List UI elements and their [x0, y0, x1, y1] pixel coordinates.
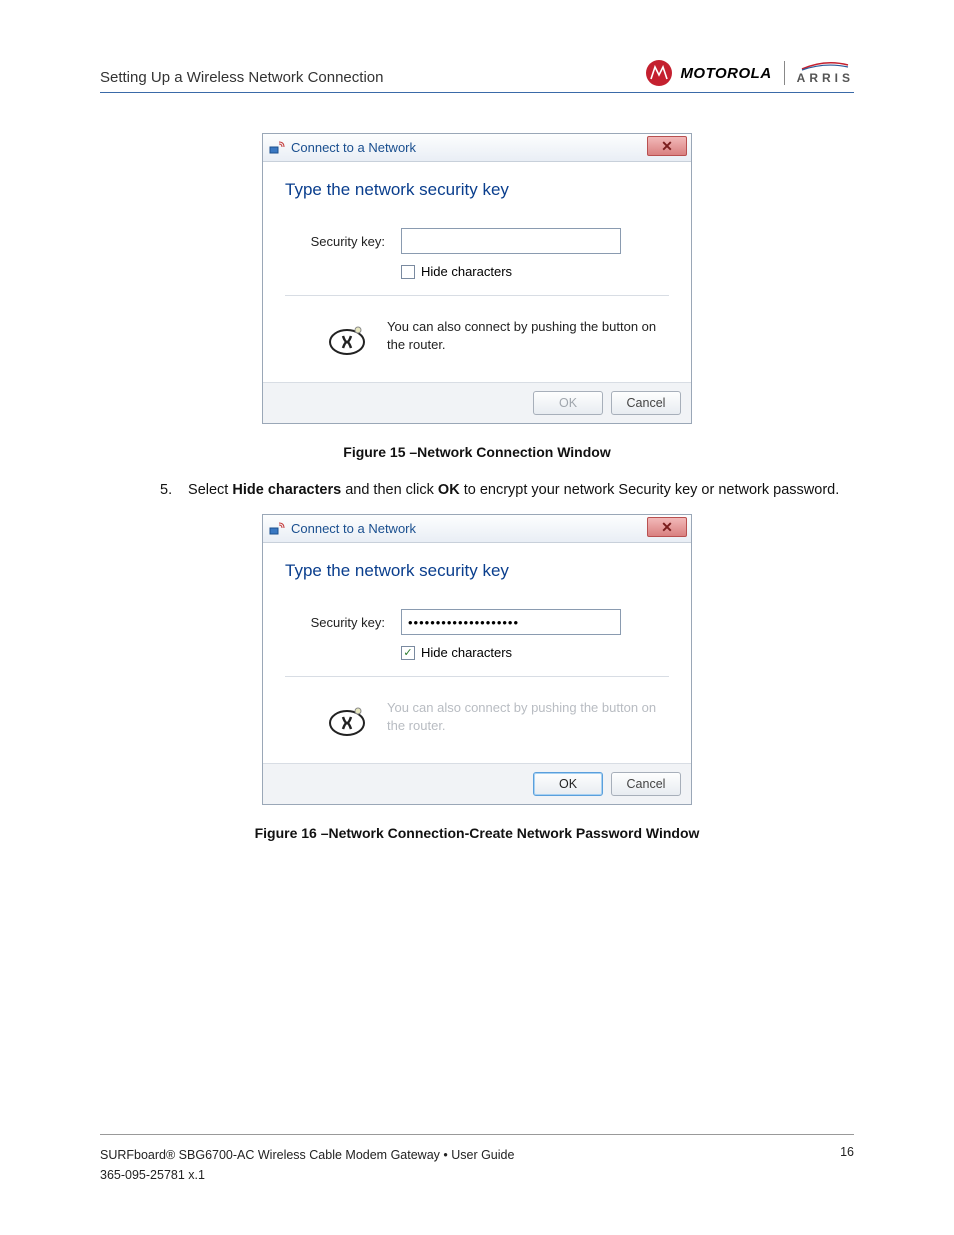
wps-hint-text: You can also connect by pushing the butt…	[387, 318, 669, 353]
ok-button[interactable]: OK	[533, 391, 603, 415]
security-key-label: Security key:	[285, 234, 385, 249]
dialog-heading: Type the network security key	[285, 561, 669, 581]
section-title: Setting Up a Wireless Network Connection	[100, 69, 383, 86]
dialog-title: Connect to a Network	[291, 521, 416, 536]
page-footer: SURFboard® SBG6700-AC Wireless Cable Mod…	[100, 1134, 854, 1185]
wps-router-icon	[325, 314, 369, 358]
divider	[285, 676, 669, 677]
footer-doc-id: 365-095-25781 x.1	[100, 1165, 514, 1185]
step-number: 5.	[160, 482, 184, 498]
security-key-label: Security key:	[285, 615, 385, 630]
security-key-input[interactable]	[401, 609, 621, 635]
brand-divider	[784, 61, 785, 85]
connect-network-dialog-1: Connect to a Network ✕ Type the network …	[262, 133, 692, 424]
step-text-1: Select	[188, 482, 232, 498]
wps-router-icon	[325, 695, 369, 739]
titlebar: Connect to a Network ✕	[263, 134, 691, 162]
connect-network-dialog-2: Connect to a Network ✕ Type the network …	[262, 514, 692, 805]
step-text-3: to encrypt your network Security key or …	[460, 482, 840, 498]
security-key-input[interactable]	[401, 228, 621, 254]
brand-logos: MOTOROLA ARRIS	[646, 60, 854, 86]
network-icon	[269, 140, 285, 156]
hide-characters-checkbox[interactable]	[401, 265, 415, 279]
figure-16-caption: Figure 16 –Network Connection-Create Net…	[100, 825, 854, 841]
network-icon	[269, 521, 285, 537]
arris-logo: ARRIS	[797, 61, 854, 85]
footer-product-line: SURFboard® SBG6700-AC Wireless Cable Mod…	[100, 1145, 514, 1165]
step-bold-ok: OK	[438, 482, 460, 498]
close-button[interactable]: ✕	[647, 136, 687, 156]
close-button[interactable]: ✕	[647, 517, 687, 537]
step-text-2: and then click	[341, 482, 438, 498]
page-number: 16	[840, 1145, 854, 1185]
page-header: Setting Up a Wireless Network Connection…	[100, 60, 854, 93]
hide-characters-label: Hide characters	[421, 264, 512, 279]
step-bold-hide: Hide characters	[232, 482, 341, 498]
ok-button[interactable]: OK	[533, 772, 603, 796]
motorola-logo-icon	[646, 60, 672, 86]
motorola-wordmark: MOTOROLA	[680, 65, 771, 82]
wps-hint-text: You can also connect by pushing the butt…	[387, 699, 669, 734]
arris-wordmark: ARRIS	[797, 71, 854, 85]
figure-15-caption: Figure 15 –Network Connection Window	[100, 444, 854, 460]
titlebar: Connect to a Network ✕	[263, 515, 691, 543]
cancel-button[interactable]: Cancel	[611, 772, 681, 796]
dialog-heading: Type the network security key	[285, 180, 669, 200]
divider	[285, 295, 669, 296]
hide-characters-label: Hide characters	[421, 645, 512, 660]
dialog-title: Connect to a Network	[291, 140, 416, 155]
arris-swoosh-icon	[800, 61, 850, 71]
cancel-button[interactable]: Cancel	[611, 391, 681, 415]
instruction-step-5: 5. Select Hide characters and then click…	[100, 482, 854, 498]
hide-characters-checkbox[interactable]: ✓	[401, 646, 415, 660]
